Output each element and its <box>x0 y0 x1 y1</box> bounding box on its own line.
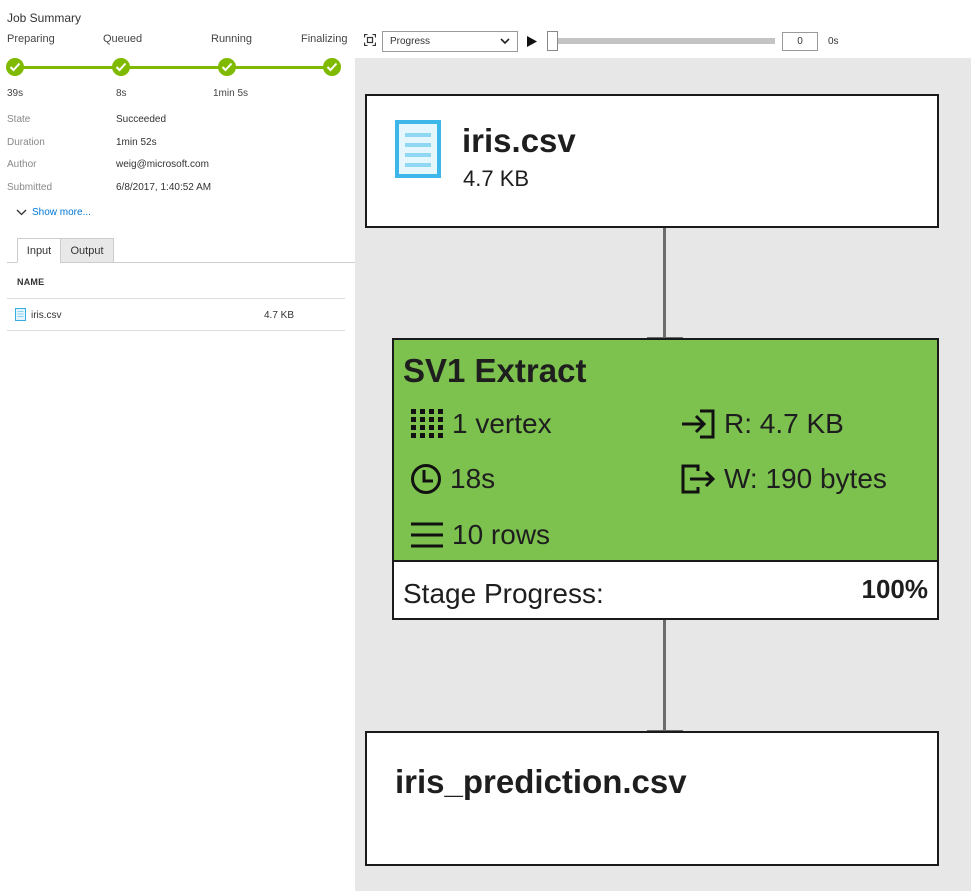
tab-input[interactable]: Input <box>17 238 61 263</box>
playback-slider-track[interactable] <box>553 38 775 44</box>
read-size: R: 4.7 KB <box>724 408 844 439</box>
play-icon[interactable] <box>527 36 537 47</box>
write-icon <box>681 464 716 494</box>
job-graph-canvas[interactable]: iris.csv 4.7 KB SV1 Extract 1 vertex R: … <box>355 58 971 891</box>
job-summary-panel: Job Summary Preparing Queued Running Fin… <box>0 0 355 891</box>
edge-connector <box>663 620 666 733</box>
time-metric: 18s <box>410 463 495 495</box>
check-icon <box>112 58 130 76</box>
check-icon <box>218 58 236 76</box>
file-icon <box>395 120 441 178</box>
vertex-count: 1 vertex <box>452 408 552 439</box>
info-key-duration: Duration <box>7 137 45 148</box>
read-metric: R: 4.7 KB <box>680 408 844 440</box>
check-icon <box>323 58 341 76</box>
write-metric: W: 190 bytes <box>680 463 887 495</box>
file-icon <box>15 308 26 321</box>
input-file-name: iris.csv <box>462 122 576 159</box>
step-duration-preparing: 39s <box>7 88 24 99</box>
clock-icon <box>411 464 441 494</box>
file-name: iris.csv <box>31 310 62 321</box>
check-icon <box>6 58 24 76</box>
view-mode-value: Progress <box>390 36 431 47</box>
info-key-state: State <box>7 114 31 125</box>
stage-node[interactable]: SV1 Extract 1 vertex R: 4.7 KB 18s W: 19… <box>392 338 939 620</box>
stage-status-area: SV1 Extract 1 vertex R: 4.7 KB 18s W: 19… <box>394 340 937 562</box>
vertex-metric: 1 vertex <box>410 408 552 440</box>
table-row[interactable]: iris.csv 4.7 KB <box>7 300 345 330</box>
stage-title: SV1 Extract <box>403 352 587 389</box>
info-value-submitted: 6/8/2017, 1:40:52 AM <box>116 182 212 193</box>
step-label-finalizing: Finalizing <box>301 33 348 45</box>
step-duration-queued: 8s <box>116 88 127 99</box>
write-size: W: 190 bytes <box>724 463 887 494</box>
step-label-preparing: Preparing <box>7 33 55 45</box>
input-file-node[interactable]: iris.csv 4.7 KB <box>365 94 939 228</box>
input-file-size: 4.7 KB <box>463 166 530 191</box>
playback-value-input[interactable]: 0 <box>782 32 818 51</box>
row-divider <box>7 330 345 331</box>
step-label-queued: Queued <box>103 33 143 45</box>
edge-connector <box>663 228 666 340</box>
info-value-duration: 1min 52s <box>116 137 157 148</box>
playback-time-label: 0s <box>828 36 839 47</box>
vertex-grid-icon <box>411 409 443 438</box>
info-key-submitted: Submitted <box>7 182 53 193</box>
progress-track <box>14 66 332 69</box>
job-summary-title: Job Summary <box>7 11 82 25</box>
tab-output[interactable]: Output <box>60 238 114 263</box>
step-label-running: Running <box>211 33 252 45</box>
info-value-state: Succeeded <box>116 114 167 125</box>
rows-metric: 10 rows <box>410 519 550 551</box>
chevron-down-icon <box>16 209 27 216</box>
info-value-author: weig@microsoft.com <box>116 159 209 170</box>
row-divider <box>7 298 345 299</box>
info-key-author: Author <box>7 159 37 170</box>
show-more-label: Show more... <box>32 207 91 218</box>
view-mode-select[interactable]: Progress <box>382 31 518 52</box>
stage-duration: 18s <box>450 463 496 494</box>
output-file-name: iris_prediction.csv <box>395 763 687 800</box>
stage-progress-label: Stage Progress: <box>403 578 604 609</box>
output-file-node[interactable]: iris_prediction.csv <box>365 731 939 866</box>
step-duration-running: 1min 5s <box>213 88 249 99</box>
file-size: 4.7 KB <box>264 310 295 321</box>
stage-progress-value: 100% <box>861 574 929 604</box>
playback-slider-thumb[interactable] <box>547 31 558 51</box>
chevron-down-icon <box>500 38 510 45</box>
show-more-link[interactable]: Show more... <box>16 207 91 218</box>
read-icon <box>682 409 715 439</box>
fit-to-screen-icon[interactable] <box>364 34 376 46</box>
column-header-name[interactable]: NAME <box>17 277 44 287</box>
row-count: 10 rows <box>452 519 551 550</box>
rows-icon <box>411 522 443 548</box>
